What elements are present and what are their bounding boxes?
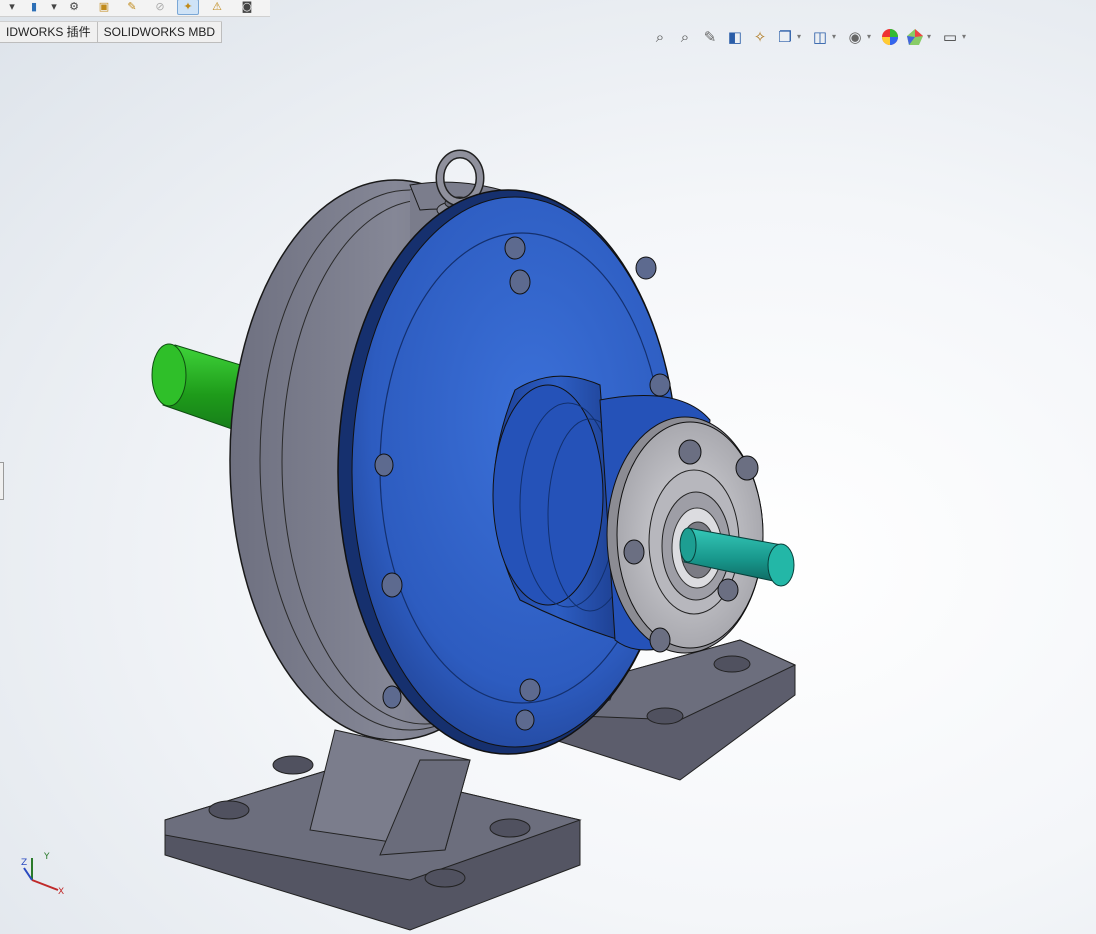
bolt [623,539,645,565]
x-axis [31,879,59,891]
bolt [649,373,671,397]
bolt [504,236,526,260]
bolt [635,256,657,280]
bolt [678,439,702,465]
bolt [735,455,759,481]
bolt [381,572,403,598]
z-axis [23,867,33,881]
graphics-area[interactable] [0,0,1096,934]
reference-triad: Y X Z [18,848,68,898]
bolt [649,627,671,653]
bolt [515,709,535,731]
bolt [509,269,531,295]
bolt [382,685,402,709]
bolt [519,678,541,702]
z-axis-label: Z [21,858,27,868]
y-axis-label: Y [43,852,50,862]
feature-manager-collapse-handle[interactable] [0,462,4,500]
bolt [717,578,739,602]
x-axis-label: X [58,887,64,897]
front-mounting-foot [164,729,582,931]
bolt [374,453,394,477]
